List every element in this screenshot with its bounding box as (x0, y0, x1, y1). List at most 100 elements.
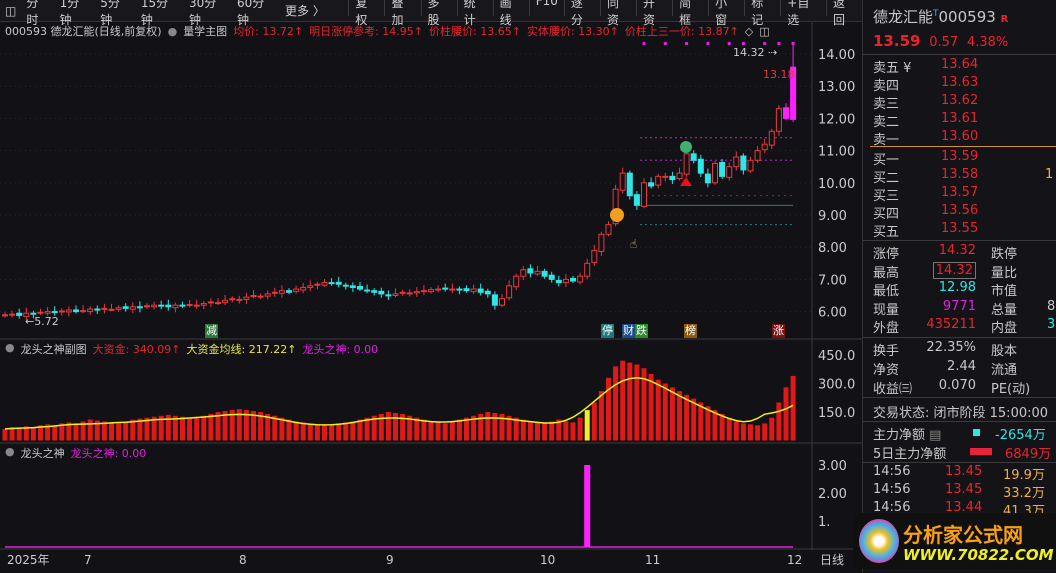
five-net-label: 5日主力净额 (873, 447, 947, 462)
candle-body (151, 304, 158, 308)
bid-label: 买二 (873, 171, 900, 186)
y-tick-label: 8.00 (818, 241, 847, 256)
candle-body (484, 290, 491, 295)
fund-bar (464, 417, 469, 441)
ask-price: 13.63 (941, 75, 979, 90)
sub1-dropdown-icon[interactable]: ● (5, 341, 15, 357)
candle-body (94, 308, 101, 311)
candle-body (783, 107, 789, 119)
signal-dot (791, 42, 795, 45)
fund-bar (109, 422, 114, 441)
candle-body (200, 303, 207, 306)
dragon-spike (584, 465, 591, 547)
candle-body (704, 173, 711, 184)
candle-body (293, 288, 300, 292)
event-badge[interactable]: 财 (622, 324, 635, 338)
candle-body (158, 304, 165, 307)
stat-label-2: 跌停 (991, 247, 1018, 262)
red-bar-icon (970, 448, 992, 455)
kline-chart[interactable]: 14.00 13.00 12.00 11.00 10.00 9.00 8.00 7.00 6.0… (0, 0, 862, 573)
candle-body (442, 287, 449, 290)
trade-volume: 33.2万 (1003, 486, 1045, 501)
fund-bar (385, 412, 391, 441)
candle-body (775, 108, 782, 132)
fund-bar (208, 413, 214, 441)
fund-bar (421, 419, 427, 441)
fund-bar (300, 422, 306, 441)
stat-label: 涨停 (873, 247, 900, 262)
y-tick-label: 12.00 (818, 112, 855, 127)
trade-status: 交易状态: 闭市阶段 15:00:00 (873, 406, 1049, 421)
fund-bar (492, 412, 498, 441)
candle-body (619, 172, 626, 191)
fund-bar (194, 416, 200, 441)
candle-body (726, 166, 733, 178)
fund-bar (364, 417, 370, 441)
candle-body (768, 130, 775, 146)
event-badge[interactable]: 榜 (684, 324, 697, 338)
candle-body (491, 294, 498, 306)
watermark-url: WWW.70822.COM (903, 546, 1054, 564)
stock-header: 德龙汇能T000593 R (873, 6, 1008, 27)
bid-label: 买四 (873, 207, 900, 222)
fund-bar (698, 402, 704, 441)
fund-bar (87, 419, 93, 441)
candle-body (761, 143, 768, 151)
fund-bar (613, 366, 619, 441)
candle-body (179, 304, 186, 307)
trade-time: 14:56 (873, 482, 911, 497)
cyan-square-icon (973, 429, 980, 436)
fund-bar (705, 406, 711, 441)
fund-bar (620, 360, 626, 441)
event-badge[interactable]: 涨 (772, 324, 785, 338)
sub2-dropdown-icon[interactable]: ● (5, 445, 15, 461)
fund-bar (719, 413, 725, 441)
y-tick-label: 13.00 (818, 80, 855, 95)
signal-dot (663, 42, 667, 45)
stat-label: 最低 (873, 284, 900, 299)
fund-value: 2.44 (947, 359, 976, 374)
sub1-y-tick: 450.0 (818, 349, 855, 364)
event-badge[interactable]: 停 (601, 324, 614, 338)
fund-label-2: PE(动) (991, 382, 1031, 397)
bid-price: 13.58 (941, 167, 979, 182)
x-tick-label: 10 (540, 553, 555, 567)
signal-dot (763, 42, 767, 45)
fund-bar (669, 387, 675, 441)
candle-body (392, 293, 399, 297)
low-label: ←5.72 (25, 315, 59, 328)
fund-bar (393, 412, 398, 441)
candle-body (648, 182, 655, 187)
sub1-y-tick: 150.0 (818, 406, 855, 421)
watermark-text: 分析家公式网 (903, 523, 1023, 547)
candle-body (271, 291, 278, 294)
fund-bar (627, 362, 633, 441)
fund-bar (428, 421, 434, 441)
y-tick-label: 7.00 (818, 273, 847, 288)
y-tick-label: 11.00 (818, 145, 855, 160)
candle-body (65, 309, 72, 313)
fund-label: 换手 (873, 344, 900, 359)
event-badge[interactable]: 跌 (635, 324, 648, 338)
fund-bar (2, 429, 8, 441)
stat-label-2: 市值 (991, 284, 1018, 299)
period-label[interactable]: 日线 (820, 553, 844, 567)
big-fund-value: 大资金: 340.09↑ (92, 343, 181, 356)
event-badge[interactable]: 减 (205, 324, 218, 338)
candle-body (633, 194, 640, 206)
candle-body (712, 162, 718, 184)
list-icon[interactable]: ▤ (929, 428, 941, 443)
ask-label: 卖三 (873, 97, 900, 112)
sub2-dragon-value: 龙头之神: 0.00 (70, 447, 147, 460)
x-tick-label: 11 (645, 553, 660, 567)
fund-label-2: 流通 (991, 363, 1018, 378)
main-net-label: 主力净额 (873, 428, 926, 443)
ask-label: 卖二 (873, 115, 900, 130)
candle-body (591, 249, 598, 263)
fund-bar (776, 402, 782, 441)
fund-bar (563, 421, 569, 441)
y-tick-label: 10.00 (818, 177, 855, 192)
stat-label-2: 内盘 (991, 321, 1018, 336)
signal-dot (685, 42, 689, 45)
x-tick-label: 9 (386, 553, 394, 567)
